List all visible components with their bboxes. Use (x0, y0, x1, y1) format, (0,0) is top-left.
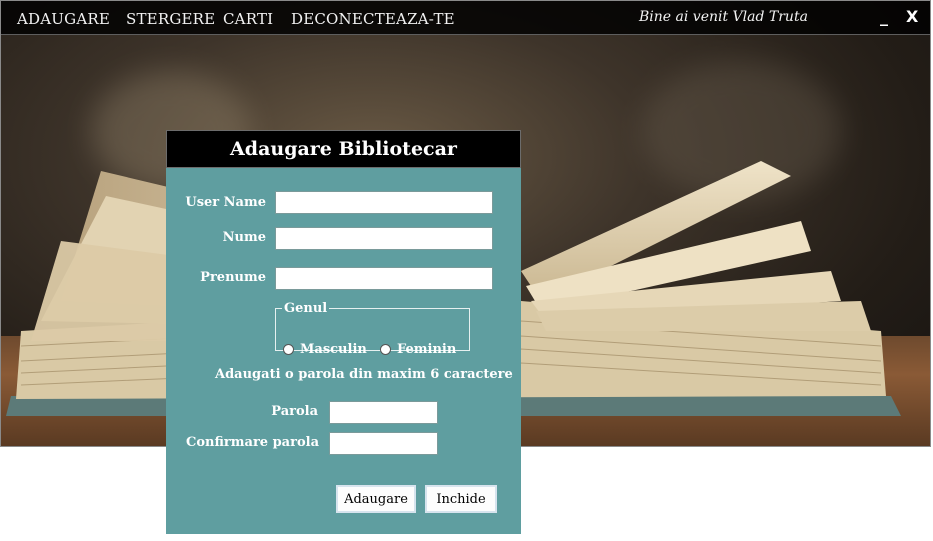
menu-item-carti[interactable]: CARTI (223, 10, 273, 28)
password-hint: Adaugati o parola din maxim 6 caractere (215, 367, 513, 382)
close-icon[interactable]: X (906, 7, 918, 26)
nume-input[interactable] (275, 227, 493, 250)
confirm-password-label: Confirmare parola (186, 435, 319, 450)
gender-group: Genul Masculin Feminin (275, 301, 470, 357)
dialog-header: Adaugare Bibliotecar (166, 130, 521, 168)
password-input[interactable] (329, 401, 438, 424)
menu-item-adaugare[interactable]: ADAUGARE (17, 10, 110, 28)
nume-label: Nume (222, 230, 266, 245)
close-dialog-button[interactable]: Inchide (425, 485, 497, 513)
menu-bar: ADAUGARE STERGERE CARTI DECONECTEAZA-TE … (1, 1, 930, 35)
menu-item-deconecteaza[interactable]: DECONECTEAZA-TE (291, 10, 455, 28)
gender-option-feminin[interactable]: Feminin (380, 342, 456, 357)
welcome-text: Bine ai venit Vlad Truta (639, 9, 808, 25)
username-label: User Name (185, 195, 266, 210)
radio-button-icon[interactable] (380, 344, 391, 355)
prenume-label: Prenume (200, 270, 266, 285)
dialog-title: Adaugare Bibliotecar (230, 138, 457, 160)
radio-button-icon[interactable] (283, 344, 294, 355)
confirm-password-input[interactable] (329, 432, 438, 455)
prenume-input[interactable] (275, 267, 493, 290)
gender-label-feminin: Feminin (397, 342, 457, 357)
gender-option-masculin[interactable]: Masculin (283, 342, 367, 357)
username-input[interactable] (275, 191, 493, 214)
add-librarian-dialog: Adaugare Bibliotecar User Name Nume Pren… (166, 130, 521, 534)
minimize-button[interactable]: _ (880, 7, 888, 26)
add-button[interactable]: Adaugare (336, 485, 416, 513)
menu-item-stergere[interactable]: STERGERE (126, 10, 215, 28)
gender-label-masculin: Masculin (300, 342, 367, 357)
parola-label: Parola (271, 404, 318, 419)
gender-group-label: Genul (284, 301, 328, 316)
